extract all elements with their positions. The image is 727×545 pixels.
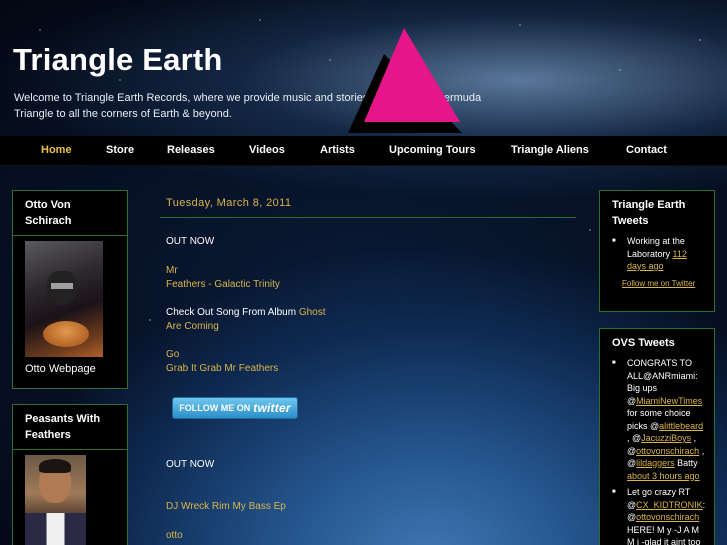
tweet-item: Working at the Laboratory 112 days ago (612, 235, 706, 273)
main-nav: Home Store Releases Videos Artists Upcom… (0, 136, 727, 166)
follow-twitter-button[interactable]: FOLLOW ME ON twitter (172, 397, 298, 419)
post-check-out: Check Out Song From Album Ghost (166, 306, 326, 320)
nav-upcoming-tours[interactable]: Upcoming Tours (389, 144, 476, 156)
post-check-out-text: Check Out Song From Album (166, 307, 297, 318)
otto-photo[interactable] (25, 241, 103, 357)
tweet-item: Let go crazy RT @CX_KIDTRONIK: @ottovons… (612, 486, 706, 545)
post-date: Tuesday, March 8, 2011 (166, 197, 292, 209)
nav-contact[interactable]: Contact (626, 144, 667, 156)
site-title[interactable]: Triangle Earth (13, 42, 223, 78)
tweet-text: , @ (627, 433, 642, 443)
ovs-tweet-list: CONGRATS TO ALL@ANRmiami: Big ups @Miami… (612, 357, 706, 545)
otto-webpage-link[interactable]: Otto Webpage (25, 363, 96, 375)
post-link-are-coming[interactable]: Are Coming (166, 320, 219, 334)
peasants-widget: Peasants With Feathers (12, 404, 128, 545)
peasants-widget-title: Peasants With Feathers (25, 413, 101, 441)
post-link-grab[interactable]: Grab It Grab Mr Feathers (166, 362, 278, 376)
nav-videos[interactable]: Videos (249, 144, 285, 156)
triangle-tweets-widget: Triangle Earth Tweets Working at the Lab… (599, 190, 715, 312)
divider (13, 235, 127, 236)
tweet-time-link[interactable]: about 3 hours ago (627, 471, 700, 481)
tweet-item: CONGRATS TO ALL@ANRmiami: Big ups @Miami… (612, 357, 706, 482)
post-out-now: OUT NOW (166, 236, 215, 247)
mention-link[interactable]: CX_KIDTRONIK (636, 500, 703, 510)
post-divider (160, 217, 576, 218)
site-header: Triangle Earth Welcome to Triangle Earth… (0, 0, 727, 136)
otto-widget-title: Otto Von Schirach (25, 199, 72, 227)
post-link-go[interactable]: Go (166, 348, 179, 362)
follow-twitter-prefix: FOLLOW ME ON (179, 403, 251, 413)
post-link-otto[interactable]: otto (166, 529, 183, 543)
nav-releases[interactable]: Releases (167, 144, 215, 156)
mention-link[interactable]: alittlebeard (659, 421, 703, 431)
peasants-photo[interactable] (25, 455, 86, 545)
post-link-mr[interactable]: Mr (166, 264, 178, 278)
mention-link[interactable]: lildaggers (636, 458, 675, 468)
nav-triangle-aliens[interactable]: Triangle Aliens (511, 144, 589, 156)
mention-link[interactable]: MiamiNewTimes (636, 396, 702, 406)
tweet-text: HERE! M y -J A M M i -glad it aint too (627, 524, 701, 545)
nav-store[interactable]: Store (106, 144, 134, 156)
triangle-tweet-list: Working at the Laboratory 112 days ago (612, 235, 706, 277)
mention-link[interactable]: ottovonschirach (636, 512, 699, 522)
ovs-tweets-widget: OVS Tweets CONGRATS TO ALL@ANRmiami: Big… (599, 328, 715, 545)
tweet-text: Batty (674, 458, 698, 468)
twitter-logo-icon: twitter (253, 401, 291, 415)
nav-home[interactable]: Home (41, 144, 72, 156)
ovs-tweets-title: OVS Tweets (612, 337, 675, 349)
post-link-dj-wreck[interactable]: DJ Wreck Rim My Bass Ep (166, 500, 286, 514)
mention-link[interactable]: JacuzziBoys (641, 433, 691, 443)
nav-artists[interactable]: Artists (320, 144, 355, 156)
post-out-now-2: OUT NOW (166, 459, 215, 470)
post-link-feathers[interactable]: Feathers - Galactic Trinity (166, 278, 280, 292)
otto-widget: Otto Von Schirach Otto Webpage (12, 190, 128, 389)
triangle-logo-icon (348, 28, 462, 133)
mention-link[interactable]: ottovonschirach (636, 446, 699, 456)
follow-me-twitter-link[interactable]: Follow me on Twitter (622, 279, 695, 288)
post-link-ghost[interactable]: Ghost (299, 307, 326, 318)
triangle-tweets-title: Triangle Earth Tweets (612, 199, 686, 227)
divider (13, 449, 127, 450)
